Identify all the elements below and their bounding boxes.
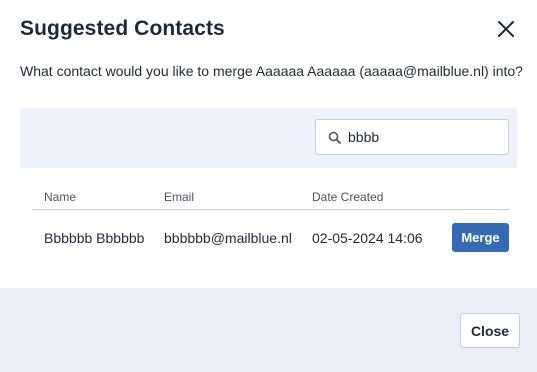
- merge-button[interactable]: Merge: [452, 223, 509, 252]
- column-header-name: Name: [44, 190, 77, 204]
- column-header-email: Email: [164, 190, 195, 204]
- close-button[interactable]: Close: [460, 313, 520, 348]
- dialog-header: Suggested Contacts: [20, 16, 517, 42]
- table-header: Name Email Date Created: [32, 186, 510, 210]
- search-bar-area: [20, 108, 517, 168]
- suggested-contacts-dialog: Suggested Contacts What contact would yo…: [0, 0, 537, 372]
- contact-email: bbbbbb@mailblue.nl: [164, 230, 292, 246]
- search-box[interactable]: [315, 119, 509, 155]
- dialog-title: Suggested Contacts: [20, 17, 225, 40]
- table-row: Bbbbbb Bbbbbb bbbbbb@mailblue.nl 02-05-2…: [32, 210, 510, 264]
- search-input[interactable]: [348, 120, 498, 154]
- contacts-table: Name Email Date Created Bbbbbb Bbbbbb bb…: [32, 186, 510, 264]
- close-icon[interactable]: [495, 18, 517, 40]
- search-icon: [328, 131, 341, 144]
- merge-prompt: What contact would you like to merge Aaa…: [20, 63, 523, 79]
- dialog-footer: Close: [0, 288, 537, 372]
- contact-date-created: 02-05-2024 14:06: [312, 230, 423, 246]
- column-header-date-created: Date Created: [312, 190, 384, 204]
- contact-name: Bbbbbb Bbbbbb: [44, 230, 145, 246]
